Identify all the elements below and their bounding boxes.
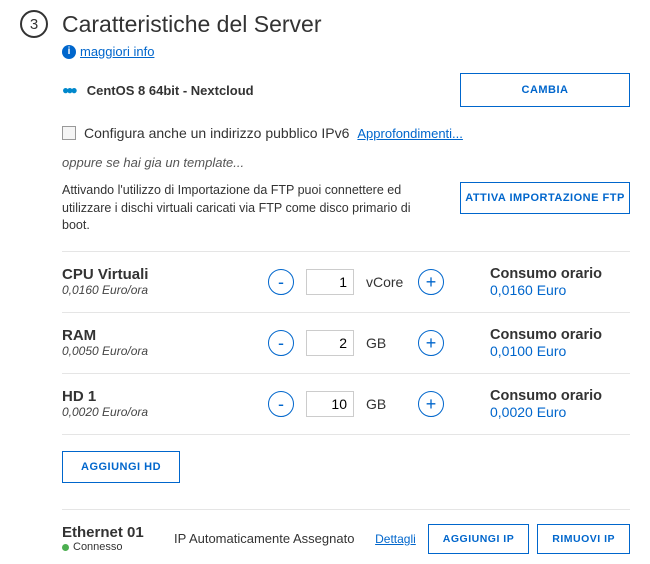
hd1-input[interactable] bbox=[306, 391, 354, 417]
ram-label: RAM bbox=[62, 327, 222, 344]
cpu-price: 0,0160 Euro/ora bbox=[62, 283, 222, 297]
hd1-minus-button[interactable]: - bbox=[268, 391, 294, 417]
cpu-cons-value: 0,0160 Euro bbox=[490, 282, 630, 298]
cpu-stepper: - vCore + bbox=[222, 269, 490, 295]
template-hint: oppure se hai gia un template... bbox=[62, 155, 630, 170]
ethernet-buttons: AGGIUNGI IP RIMUOVI IP bbox=[428, 524, 630, 554]
add-hd-button[interactable]: AGGIUNGI HD bbox=[62, 451, 180, 483]
change-os-button[interactable]: CAMBIA bbox=[460, 73, 630, 107]
os-row: ●●● CentOS 8 64bit - Nextcloud CAMBIA bbox=[62, 73, 630, 107]
step-number: 3 bbox=[20, 10, 48, 38]
ethernet-status: Connesso bbox=[62, 541, 162, 553]
hd1-cons-label: Consumo orario bbox=[490, 388, 630, 404]
cpu-label-block: CPU Virtuali 0,0160 Euro/ora bbox=[62, 266, 222, 297]
hd1-label: HD 1 bbox=[62, 388, 222, 405]
hd1-cons-value: 0,0020 Euro bbox=[490, 404, 630, 420]
ram-cons-label: Consumo orario bbox=[490, 327, 630, 343]
ram-price: 0,0050 Euro/ora bbox=[62, 344, 222, 358]
ipv6-label: Configura anche un indirizzo pubblico IP… bbox=[84, 125, 349, 141]
cpu-consumption: Consumo orario 0,0160 Euro bbox=[490, 266, 630, 298]
cpu-row: CPU Virtuali 0,0160 Euro/ora - vCore + C… bbox=[62, 251, 630, 312]
ram-plus-button[interactable]: + bbox=[418, 330, 444, 356]
page-title: Caratteristiche del Server bbox=[62, 11, 322, 38]
cpu-input[interactable] bbox=[306, 269, 354, 295]
ipv6-row: Configura anche un indirizzo pubblico IP… bbox=[62, 125, 630, 141]
ethernet-status-text: Connesso bbox=[73, 541, 123, 553]
ram-consumption: Consumo orario 0,0100 Euro bbox=[490, 327, 630, 359]
hd1-consumption: Consumo orario 0,0020 Euro bbox=[490, 388, 630, 420]
cpu-minus-button[interactable]: - bbox=[268, 269, 294, 295]
ipv6-details-link[interactable]: Approfondimenti... bbox=[357, 126, 463, 141]
os-name: CentOS 8 64bit - Nextcloud bbox=[87, 83, 254, 98]
add-ip-button[interactable]: AGGIUNGI IP bbox=[428, 524, 529, 554]
ftp-description: Attivando l'utilizzo di Importazione da … bbox=[62, 182, 440, 235]
cpu-unit: vCore bbox=[366, 274, 406, 290]
add-hd-row: AGGIUNGI HD bbox=[62, 434, 630, 483]
ram-input[interactable] bbox=[306, 330, 354, 356]
ipv6-checkbox[interactable] bbox=[62, 126, 76, 140]
hd1-plus-button[interactable]: + bbox=[418, 391, 444, 417]
ram-row: RAM 0,0050 Euro/ora - GB + Consumo orari… bbox=[62, 312, 630, 373]
ethernet-name: Ethernet 01 bbox=[62, 524, 162, 541]
cpu-label: CPU Virtuali bbox=[62, 266, 222, 283]
status-dot-icon bbox=[62, 544, 69, 551]
more-info-link[interactable]: maggiori info bbox=[80, 44, 154, 59]
ram-cons-value: 0,0100 Euro bbox=[490, 343, 630, 359]
remove-ip-button[interactable]: RIMUOVI IP bbox=[537, 524, 630, 554]
ethernet-row: Ethernet 01 Connesso IP Automaticamente … bbox=[62, 509, 630, 554]
more-info-row: i maggiori info bbox=[62, 44, 630, 59]
nextcloud-icon: ●●● bbox=[62, 83, 75, 97]
ethernet-ip-mode: IP Automaticamente Assegnato bbox=[174, 531, 363, 546]
section-header: 3 Caratteristiche del Server bbox=[20, 10, 630, 38]
hd1-price: 0,0020 Euro/ora bbox=[62, 405, 222, 419]
hd1-unit: GB bbox=[366, 396, 406, 412]
ethernet-name-block: Ethernet 01 Connesso bbox=[62, 524, 162, 553]
ethernet-details-link[interactable]: Dettagli bbox=[375, 532, 416, 546]
ram-stepper: - GB + bbox=[222, 330, 490, 356]
ram-label-block: RAM 0,0050 Euro/ora bbox=[62, 327, 222, 358]
os-info: ●●● CentOS 8 64bit - Nextcloud bbox=[62, 83, 254, 98]
ftp-row: Attivando l'utilizzo di Importazione da … bbox=[62, 182, 630, 235]
ram-minus-button[interactable]: - bbox=[268, 330, 294, 356]
hd1-stepper: - GB + bbox=[222, 391, 490, 417]
cpu-cons-label: Consumo orario bbox=[490, 266, 630, 282]
hd1-row: HD 1 0,0020 Euro/ora - GB + Consumo orar… bbox=[62, 373, 630, 434]
hd1-label-block: HD 1 0,0020 Euro/ora bbox=[62, 388, 222, 419]
activate-ftp-button[interactable]: ATTIVA IMPORTAZIONE FTP bbox=[460, 182, 630, 214]
cpu-plus-button[interactable]: + bbox=[418, 269, 444, 295]
ram-unit: GB bbox=[366, 335, 406, 351]
info-icon: i bbox=[62, 45, 76, 59]
